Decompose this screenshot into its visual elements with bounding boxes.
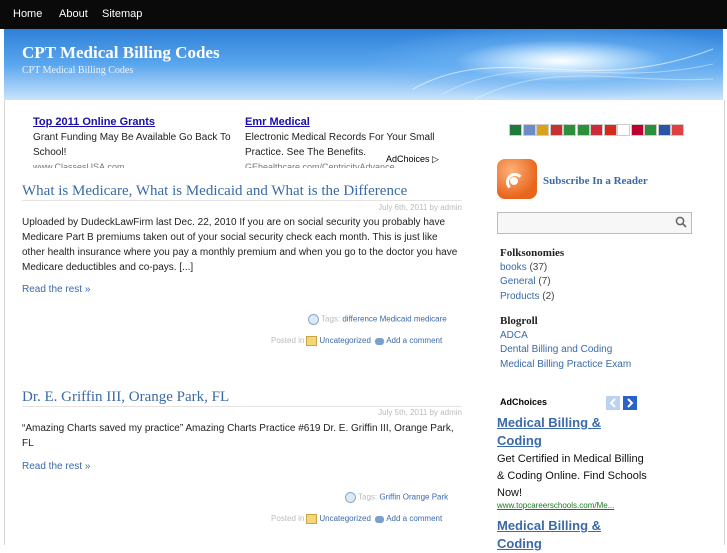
post-divider <box>22 200 462 201</box>
tag-icon <box>308 314 319 325</box>
posted-in-label: Posted in <box>271 514 305 524</box>
language-flag-icon[interactable] <box>563 124 576 136</box>
language-flag-icon[interactable] <box>509 124 522 136</box>
language-flag-icon[interactable] <box>590 124 603 136</box>
tag-link[interactable]: medicare <box>414 315 447 324</box>
ad-text: School! <box>33 147 67 158</box>
language-flag-icon[interactable] <box>630 124 644 136</box>
tags-label: Tags: <box>321 314 341 324</box>
blogroll-heading: Blogroll <box>500 315 538 327</box>
ad-title[interactable]: Top 2011 Online Grants <box>33 115 238 130</box>
top-ad-1[interactable]: Top 2011 Online Grants Grant Funding May… <box>33 115 238 168</box>
post-divider <box>22 406 462 407</box>
sidebar-ad-title-2[interactable]: Medical Billing & Coding <box>497 517 647 553</box>
sidebar-ad-text: Get Certified in Medical Billing & Codin… <box>497 453 647 499</box>
post-excerpt: Uploaded by DudeckLawFirm last Dec. 22, … <box>22 217 458 273</box>
language-flag-icon[interactable] <box>644 124 657 136</box>
tag-link[interactable]: difference <box>342 315 377 324</box>
language-flag-icon[interactable] <box>617 124 630 136</box>
tag-link[interactable]: Orange <box>403 493 430 502</box>
post-date: July 5th, 2011 by admin <box>378 408 462 417</box>
comment-icon <box>375 515 385 523</box>
sidebar-ad-title[interactable]: Medical Billing & Coding <box>497 414 647 450</box>
read-more-link[interactable]: Read the rest » <box>22 461 90 472</box>
language-flag-icon[interactable] <box>603 124 617 136</box>
nav-home-link[interactable]: Home <box>13 8 42 20</box>
read-more-link[interactable]: Read the rest » <box>22 284 90 295</box>
tag-icon <box>345 492 356 503</box>
folksonomy-item[interactable]: books (37) <box>500 262 547 273</box>
sidebar-adchoices-label[interactable]: AdChoices <box>500 397 547 407</box>
post-footer: Posted in Uncategorized Add a comment <box>271 336 442 346</box>
post-date: July 6th, 2011 by admin <box>378 203 462 212</box>
folksonomy-item[interactable]: Products (2) <box>500 291 554 302</box>
post-tags: Tags: Griffin Orange Park <box>345 492 448 503</box>
adchoices-icon: ▷ <box>432 154 439 164</box>
site-tagline: CPT Medical Billing Codes <box>22 65 134 76</box>
language-flag-icon[interactable] <box>671 124 684 136</box>
site-header-banner: CPT Medical Billing Codes CPT Medical Bi… <box>4 29 723 100</box>
folksonomies-heading: Folksonomies <box>500 247 565 259</box>
tag-link[interactable]: Park <box>432 493 448 502</box>
site-title[interactable]: CPT Medical Billing Codes <box>22 43 220 63</box>
sidebar-ad-url[interactable]: www.topcareerschools.com/Me... <box>497 501 637 510</box>
add-comment-link[interactable]: Add a comment <box>386 336 442 345</box>
adchoices-link[interactable]: AdChoices ▷ <box>386 154 439 165</box>
top-navigation: Home About Sitemap <box>0 0 727 29</box>
rss-feed-icon[interactable] <box>497 159 537 199</box>
subscribe-link[interactable]: Subscribe In a Reader <box>543 175 648 187</box>
comment-icon <box>375 337 385 345</box>
folder-icon <box>306 514 318 524</box>
folksonomy-item[interactable]: General (7) <box>500 276 551 287</box>
post-title[interactable]: Dr. E. Griffin III, Orange Park, FL <box>22 389 229 406</box>
nav-about-link[interactable]: About <box>59 8 88 20</box>
language-flag-icon[interactable] <box>657 124 671 136</box>
tag-link[interactable]: Griffin <box>379 493 400 502</box>
category-link[interactable]: Uncategorized <box>319 514 371 523</box>
nav-sitemap-link[interactable]: Sitemap <box>102 8 142 20</box>
ad-text: Electronic Medical Records For Your Smal… <box>245 132 435 143</box>
language-flag-icon[interactable] <box>549 124 563 136</box>
blogroll-link[interactable]: Medical Billing Practice Exam <box>500 359 631 370</box>
adchoices-label: AdChoices <box>386 154 430 164</box>
language-flag-icon[interactable] <box>536 124 549 136</box>
blogroll-link[interactable]: Dental Billing and Coding <box>500 344 612 355</box>
ad-title[interactable]: Emr Medical <box>245 115 445 130</box>
tag-link[interactable]: Medicaid <box>380 315 412 324</box>
ad-url[interactable]: www.ClassesUSA.com <box>33 160 238 168</box>
language-flag-icon[interactable] <box>576 124 590 136</box>
post-excerpt: “Amazing Charts saved my practice” Amazi… <box>22 423 454 449</box>
post-tags: Tags: difference Medicaid medicare <box>308 314 447 325</box>
folder-icon <box>306 336 318 346</box>
post-footer: Posted in Uncategorized Add a comment <box>271 514 442 524</box>
posted-in-label: Posted in <box>271 336 305 346</box>
add-comment-link[interactable]: Add a comment <box>386 514 442 523</box>
search-input[interactable] <box>497 212 692 234</box>
search-icon[interactable] <box>675 216 687 228</box>
category-link[interactable]: Uncategorized <box>319 336 371 345</box>
ad-next-button[interactable] <box>623 396 637 410</box>
banner-swirl-graphic <box>412 48 714 100</box>
ad-text: Grant Funding May Be Available Go Back T… <box>33 132 231 143</box>
tags-label: Tags: <box>358 492 378 502</box>
post-title[interactable]: What is Medicare, What is Medicaid and W… <box>22 183 407 200</box>
language-flag-icon[interactable] <box>522 124 536 136</box>
ad-prev-button[interactable] <box>606 396 620 410</box>
blogroll-link[interactable]: ADCA <box>500 330 528 341</box>
